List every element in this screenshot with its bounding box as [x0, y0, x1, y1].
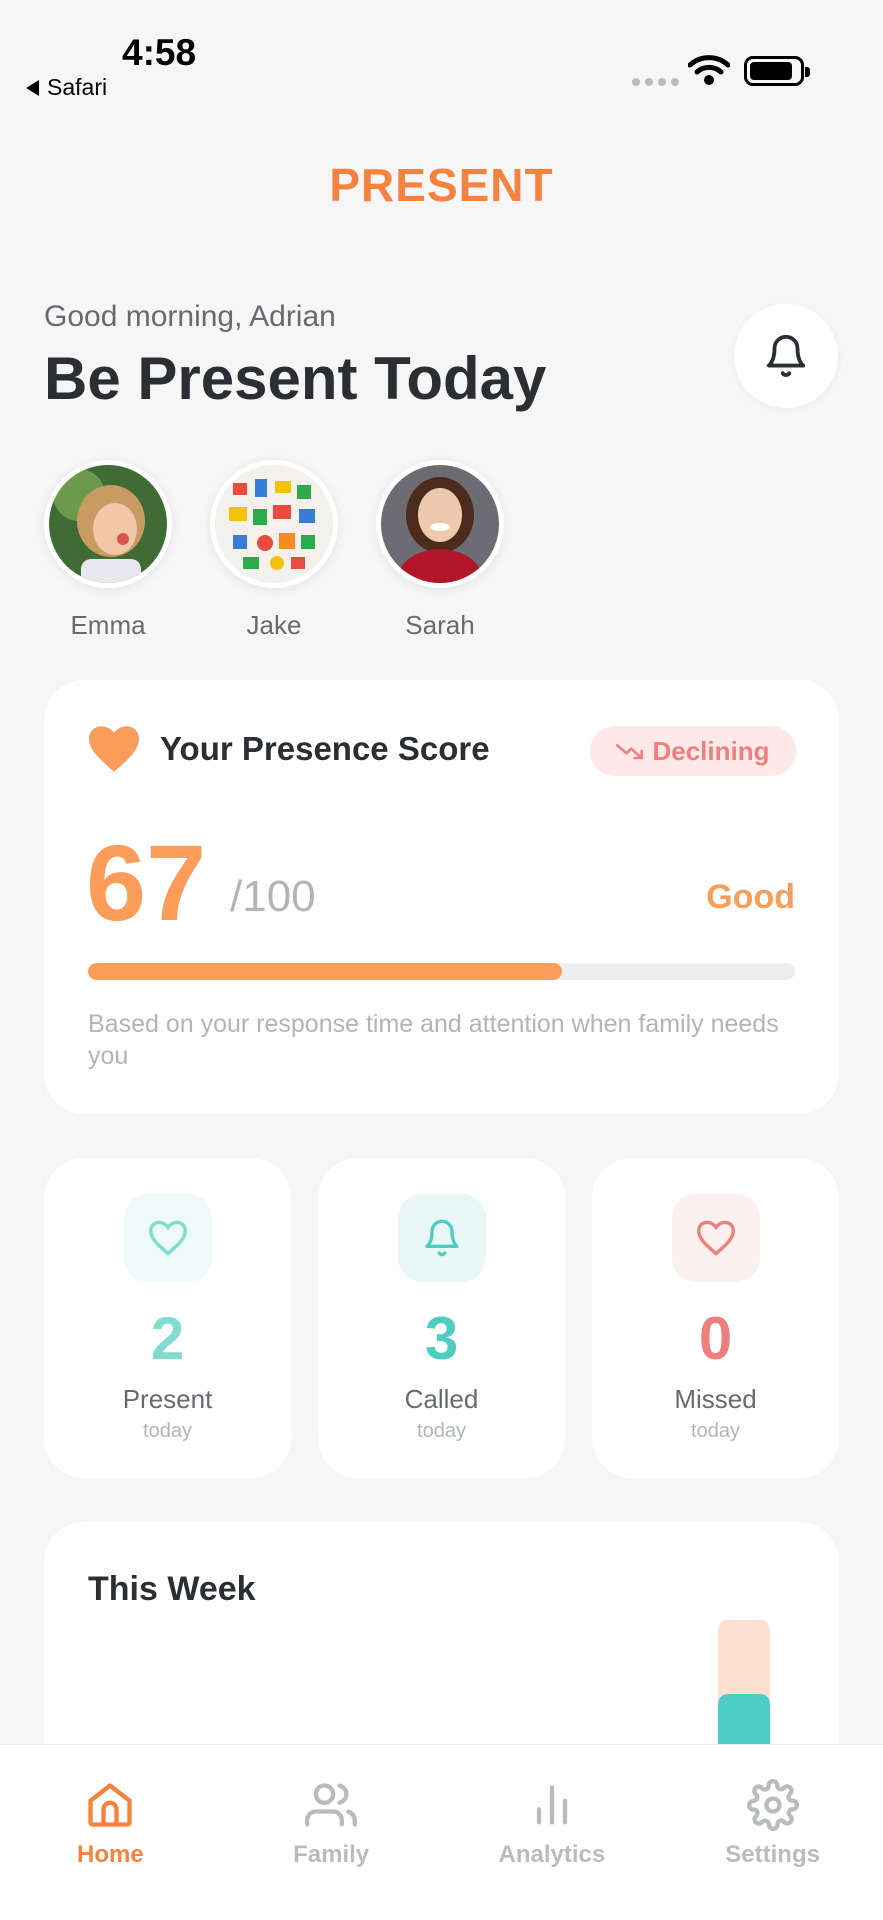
tab-settings[interactable]: Settings: [662, 1745, 883, 1920]
battery-icon: [744, 56, 810, 86]
score-max: /100: [230, 872, 316, 921]
member-name: Jake: [246, 610, 302, 640]
stat-present-card[interactable]: 2 Present today: [44, 1158, 291, 1478]
status-time: 4:58: [122, 32, 197, 73]
tab-label: Analytics: [498, 1841, 606, 1868]
heart-icon: [89, 726, 139, 772]
bar-chart-icon: [536, 1785, 568, 1825]
stat-sub: today: [691, 1420, 740, 1442]
score-rating: Good: [706, 878, 795, 916]
tab-label: Settings: [725, 1841, 820, 1868]
tab-label: Home: [77, 1841, 144, 1868]
avatar: [210, 460, 338, 588]
member-name: Emma: [70, 610, 146, 640]
score-description: Based on your response time and attentio…: [88, 1010, 779, 1070]
heart-outline-icon: [148, 1220, 188, 1256]
tab-family[interactable]: Family: [221, 1745, 442, 1920]
signal-icon: [632, 78, 679, 86]
app-title: PRESENT: [329, 159, 554, 211]
stat-value: 0: [698, 1305, 733, 1372]
tab-analytics[interactable]: Analytics: [442, 1745, 663, 1920]
stat-label: Missed: [674, 1384, 757, 1414]
stat-label: Called: [404, 1384, 479, 1414]
stat-value: 2: [150, 1305, 185, 1372]
stat-called-card[interactable]: 3 Called today: [318, 1158, 565, 1478]
stat-sub: today: [143, 1420, 192, 1442]
bell-icon: [425, 1219, 459, 1257]
avatar: [44, 460, 172, 588]
presence-score-card: Your Presence Score Declining 67 /100 Go…: [44, 680, 839, 1114]
score-title: Your Presence Score: [160, 730, 490, 767]
notifications-button[interactable]: [734, 304, 838, 408]
week-title: This Week: [88, 1570, 256, 1608]
stat-icon-box: [398, 1194, 486, 1282]
member-name: Sarah: [405, 610, 475, 640]
stat-missed-card[interactable]: 0 Missed today: [592, 1158, 839, 1478]
stat-label: Present: [122, 1384, 213, 1414]
stat-icon-box: [672, 1194, 760, 1282]
tab-home[interactable]: Home: [0, 1745, 221, 1920]
bell-icon: [766, 335, 806, 377]
trend-label: Declining: [652, 735, 770, 766]
users-icon: [305, 1783, 358, 1827]
stat-value: 3: [424, 1305, 459, 1372]
gear-icon: [746, 1779, 799, 1831]
avatar: [376, 460, 504, 588]
stat-sub: today: [417, 1420, 466, 1442]
back-to-safari[interactable]: Safari: [26, 74, 107, 101]
heart-outline-icon: [696, 1220, 736, 1256]
score-progress-fill: [88, 963, 562, 980]
greeting: Good morning, Adrian: [44, 300, 336, 333]
stat-icon-box: [124, 1194, 212, 1282]
member-emma[interactable]: Emma: [44, 460, 172, 641]
score-value: 67: [86, 822, 207, 943]
family-members: Emma Jake Sarah: [44, 460, 542, 641]
page-title: Be Present Today: [44, 345, 547, 412]
wifi-icon: [688, 55, 730, 85]
member-sarah[interactable]: Sarah: [376, 460, 504, 641]
trending-down-icon: [616, 743, 644, 760]
status-bar: 4:58 Safari: [0, 0, 883, 100]
trend-badge: Declining: [590, 726, 796, 776]
tab-bar: Home Family Analytics Settings: [0, 1744, 883, 1920]
back-label: Safari: [47, 74, 108, 100]
member-jake[interactable]: Jake: [210, 460, 338, 641]
tab-label: Family: [293, 1841, 370, 1868]
back-arrow-icon: [26, 79, 39, 96]
score-progress-bar: [88, 963, 795, 980]
home-icon: [88, 1783, 133, 1827]
